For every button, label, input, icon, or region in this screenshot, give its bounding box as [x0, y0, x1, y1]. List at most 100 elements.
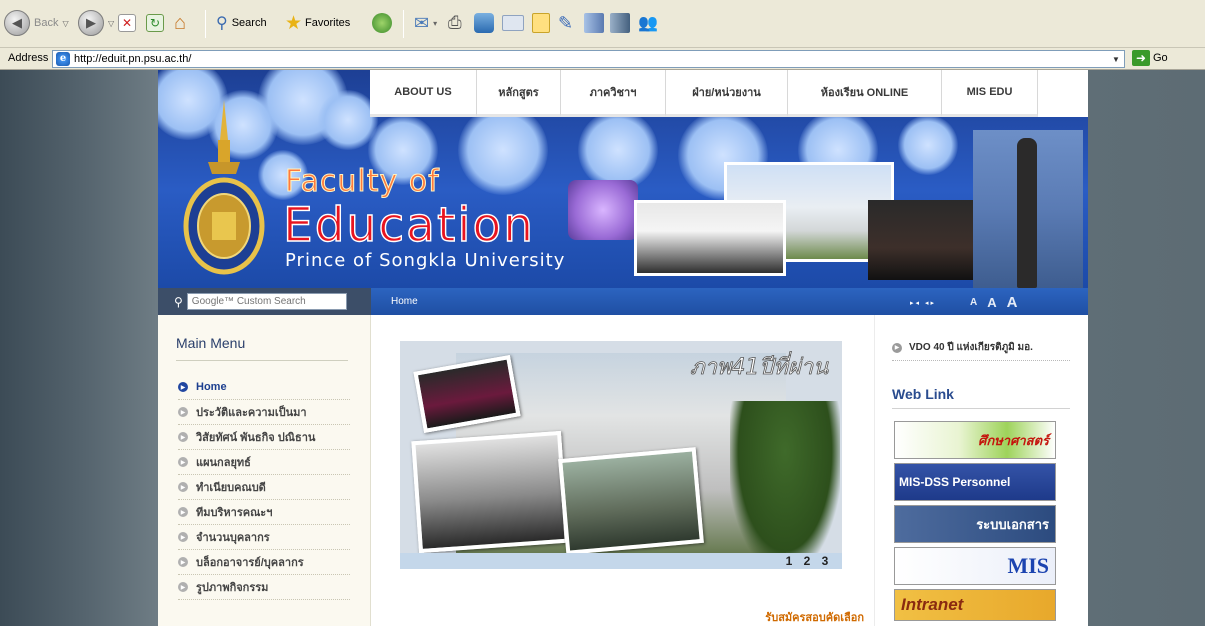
window-icon — [502, 15, 524, 31]
research-button[interactable] — [474, 6, 494, 40]
divider — [176, 360, 348, 361]
note-icon — [532, 13, 550, 33]
nav-about-us[interactable]: ABOUT US — [370, 70, 477, 117]
book-button[interactable] — [584, 6, 604, 40]
pen-button[interactable]: ✎ — [558, 6, 573, 40]
left-sidebar: Main Menu ▶ Home ▶ ประวัติและความเป็นมา ▶ ว… — [158, 315, 371, 626]
banner-mis[interactable]: MIS — [894, 547, 1056, 585]
messenger-button[interactable] — [502, 6, 524, 40]
statue-figure — [1017, 138, 1037, 288]
refresh-icon: ↻ — [146, 14, 164, 32]
bullet-icon: ▶ — [178, 382, 188, 392]
menu-item-history[interactable]: ▶ ประวัติและความเป็นมา — [178, 400, 350, 425]
banner-education[interactable]: ศึกษาศาสตร์ — [894, 421, 1056, 459]
library-button[interactable] — [610, 6, 630, 40]
faculty-heading-line1: Faculty of — [285, 164, 440, 200]
stop-button[interactable]: ✕ — [118, 6, 136, 40]
admission-link[interactable]: รับสมัครสอบคัดเลือก — [765, 608, 864, 626]
history-button[interactable] — [372, 6, 392, 40]
chevron-down-icon: ▾ — [433, 18, 438, 28]
slide-photo — [558, 447, 704, 555]
banner-mis-dss[interactable]: MIS-DSS Personnel — [894, 463, 1056, 501]
nav-departments[interactable]: ภาควิชาฯ — [561, 70, 666, 117]
menu-item-vision[interactable]: ▶ วิสัยทัศน์ พันธกิจ ปณิธาน — [178, 425, 350, 450]
bullet-icon: ▶ — [178, 532, 188, 542]
breadcrumb[interactable]: Home — [391, 296, 418, 307]
bullet-icon: ▶ — [178, 557, 188, 567]
slide-pager: 1 2 3 — [400, 553, 842, 569]
contacts-button[interactable]: 👥 — [638, 6, 658, 40]
text-size-large-button[interactable]: A — [1007, 294, 1018, 311]
page-background: ABOUT US หลักสูตร ภาควิชาฯ ฝ่าย/หน่วยงาน… — [0, 70, 1205, 626]
slide-arrows-icon[interactable]: ▸◂ ◂▸ — [910, 299, 936, 307]
address-label: Address — [8, 52, 49, 64]
bullet-icon: ▶ — [892, 342, 902, 353]
menu-item-strategy[interactable]: ▶ แผนกลยุทธ์ — [178, 450, 350, 475]
menu-item-blogs[interactable]: ▶ บล็อกอาจารย์/บุคลากร — [178, 550, 350, 575]
divider — [892, 408, 1070, 409]
bullet-icon: ▶ — [178, 482, 188, 492]
pager-page-2[interactable]: 2 — [798, 553, 816, 569]
mail-button[interactable]: ✉ ▾ — [414, 6, 437, 40]
students-photo — [634, 200, 786, 276]
address-url: http://eduit.pn.psu.ac.th/ — [74, 53, 192, 65]
faculty-heading-line2: Education — [282, 197, 535, 253]
nav-units[interactable]: ฝ่าย/หน่วยงาน — [666, 70, 788, 117]
star-icon: ★ — [285, 12, 303, 34]
main-menu: ▶ Home ▶ ประวัติและความเป็นมา ▶ วิสัยทัศน์ … — [178, 375, 350, 600]
go-arrow-icon: ➜ — [1132, 50, 1150, 66]
main-content: ภาพ41ปีที่ผ่าน 1 2 3 รับสมัครสอบคัดเลือก — [372, 315, 874, 626]
nav-mis-edu[interactable]: MIS EDU — [942, 70, 1038, 117]
menu-item-staff-count[interactable]: ▶ จำนวนบุคลากร — [178, 525, 350, 550]
mail-icon: ✉ — [414, 12, 430, 33]
flowers-photo — [568, 180, 638, 240]
notes-button[interactable] — [532, 6, 550, 40]
book-icon — [584, 13, 604, 33]
search-icon: ⚲ — [216, 15, 228, 32]
bullet-icon: ▶ — [178, 432, 188, 442]
weblink-title: Web Link — [892, 386, 954, 402]
psu-crest-logo — [183, 100, 265, 275]
print-button[interactable]: ⎙ — [448, 6, 462, 40]
back-arrow-icon: ◀ — [4, 10, 30, 36]
home-button[interactable]: ⌂ — [174, 6, 186, 40]
banner-intranet[interactable]: Intranet — [894, 589, 1056, 621]
menu-item-deans[interactable]: ▶ ทำเนียบคณบดี — [178, 475, 350, 500]
menu-item-gallery[interactable]: ▶ รูปภาพกิจกรรม — [178, 575, 350, 600]
browser-toolbar: ◀ Back ▽ ▶ ▽ ✕ ↻ ⌂ ⚲ Search ★ Favorites … — [0, 0, 1205, 48]
back-button[interactable]: ◀ Back ▽ — [4, 6, 69, 40]
address-input[interactable]: e http://eduit.pn.psu.ac.th/ ▼ — [52, 50, 1125, 68]
banner-document-system[interactable]: ระบบเอกสาร — [894, 505, 1056, 543]
stop-icon: ✕ — [118, 14, 136, 32]
library-icon — [610, 13, 630, 33]
flower-decoration — [898, 115, 958, 175]
favorites-button[interactable]: ★ Favorites — [285, 6, 350, 40]
toolbar-separator — [205, 10, 206, 38]
vdo-link[interactable]: ▶ VDO 40 ปี แห่งเกียรติภูมิ มอ. — [892, 335, 1070, 361]
refresh-button[interactable]: ↻ — [146, 6, 164, 40]
address-bar: Address e http://eduit.pn.psu.ac.th/ ▼ ➜… — [0, 48, 1205, 70]
nav-online-classroom[interactable]: ห้องเรียน ONLINE — [788, 70, 942, 117]
chevron-down-icon: ▽ — [62, 18, 69, 28]
chevron-down-icon[interactable]: ▼ — [1108, 51, 1124, 67]
search-icon: ⚲ — [174, 294, 183, 309]
menu-item-home[interactable]: ▶ Home — [178, 375, 350, 400]
nav-curriculum[interactable]: หลักสูตร — [477, 70, 561, 117]
pager-numbers: 1 2 3 — [780, 553, 834, 569]
go-button[interactable]: ➜ Go — [1132, 50, 1168, 66]
bullet-icon: ▶ — [178, 457, 188, 467]
pager-page-3[interactable]: 3 — [816, 553, 834, 569]
bullet-icon: ▶ — [178, 507, 188, 517]
search-button[interactable]: ⚲ Search — [216, 6, 267, 40]
text-size-small-button[interactable]: A — [970, 297, 977, 308]
forward-button[interactable]: ▶ ▽ — [78, 6, 114, 40]
text-size-medium-button[interactable]: A — [987, 295, 996, 310]
google-search-input[interactable] — [186, 293, 347, 310]
site-header: ABOUT US หลักสูตร ภาควิชาฯ ฝ่าย/หน่วยงาน… — [158, 70, 1088, 288]
people-icon: 👥 — [638, 15, 658, 32]
pager-page-1[interactable]: 1 — [780, 553, 798, 569]
print-icon: ⎙ — [448, 13, 462, 32]
slideshow[interactable]: ภาพ41ปีที่ผ่าน 1 2 3 — [400, 341, 842, 569]
forward-arrow-icon: ▶ — [78, 10, 104, 36]
menu-item-executive-team[interactable]: ▶ ทีมบริหารคณะฯ — [178, 500, 350, 525]
